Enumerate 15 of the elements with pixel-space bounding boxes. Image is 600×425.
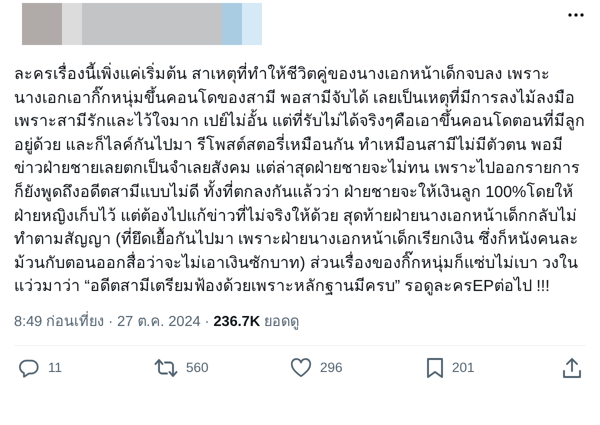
repost-count: 560 (186, 360, 209, 376)
view-count: 236.7K (213, 314, 260, 330)
repost-icon[interactable] (154, 356, 178, 379)
views-label: ยอดดู (264, 312, 300, 332)
heart-icon[interactable] (290, 358, 312, 378)
post-text: ละครเรื่องนี้เพิ่งแค่เริ่มต้น สาเหตุที่ทำให้ชีวิตคู่ของนางเอกหน้าเด็กจบลง เพราะนางเอกเอากิ๊กหนุ่มขึ้นคอนโดของสามี พอสามีจับได้ เลยเป็นเหตุที่มีการลงไม้ลงมือ เพราะสามีรักและไว้ใจมาก เปย์ไม่อั้น แต่ที่รับไม่ได้จริงๆคือเอาขึ้นคอนโดตอนที่มีลูกอยู่ด้วย และก็ไลค์กันไปมา รีโพสต์สตอรี่เหมือนกัน ทำเหมือนสามีไม่มีตัวตน พอมีข่าวฝ่ายชายเลยตกเป็นจำเลยสังคม แต่ล่าสุดฝ่ายชายจะไม่ทน เพราะไปออกรายการก็ยังพูดถึงอดีตสามีแบบไม่ดี ทั้งที่ตกลงกันแล้วว่า ฝ่ายชายจะให้เงินลูก 100%โดยให้ฝ่ายหญิงเก็บไว้ แต่ต้องไปแก้ข่าวที่ไม่จริงให้ด้วย สุดท้ายฝ่ายนางเอกหน้าเด็กกลับไม่ทำตามสัญญา (ที่ยึดเยื้อกันไปมา เพราะฝ่ายนางเอกหน้าเด็กเรียกเงิน ซึ่งก็หนังคนละม้วนกับตอนออกสื่อว่าจะไม่เอาเงินซักบาท) ส่วนเรื่องของกิ๊กหนุ่มก็แซ่บไม่เบา วงในแว่วมาว่า “อดีตสามีเตรียมฟ้องด้วยเพราะหลักฐานมีครบ” รอดูละครEPต่อไป !!! (14, 63, 586, 299)
post-date: 27 ต.ค. 2024 (117, 312, 201, 332)
reply-count: 11 (48, 360, 62, 376)
bookmark-count: 201 (452, 360, 475, 376)
post-time: 8:49 ก่อนเที่ยง (14, 308, 104, 332)
separator-dot: · (204, 314, 210, 330)
share-icon[interactable] (562, 356, 582, 379)
bookmark-icon[interactable] (426, 356, 444, 379)
separator-dot: · (108, 314, 114, 330)
like-count: 296 (320, 360, 343, 376)
